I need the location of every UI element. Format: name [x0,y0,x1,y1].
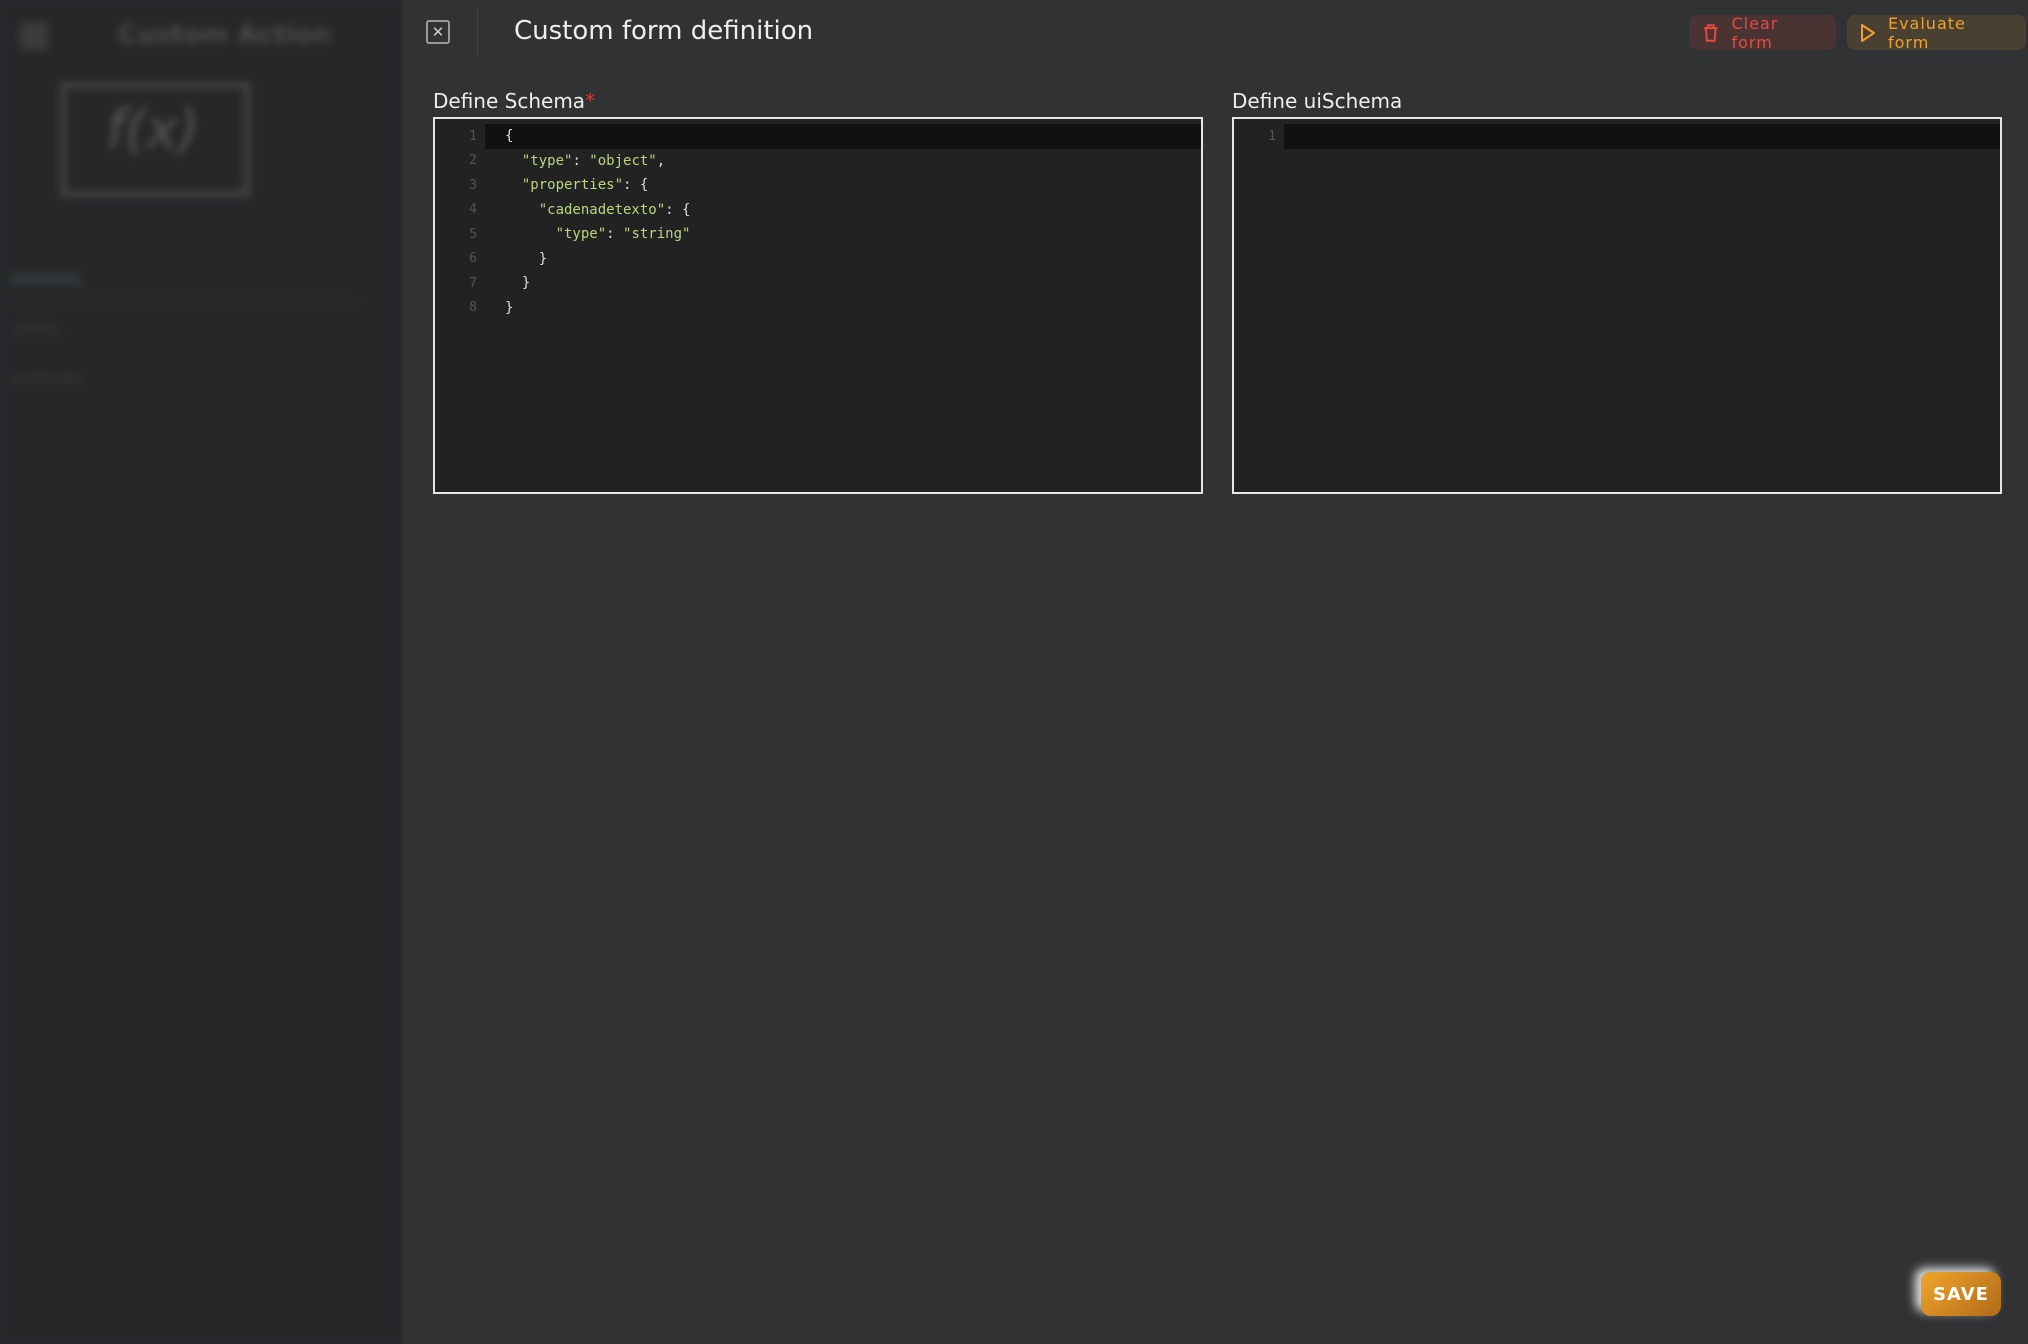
code-line: 1 [1234,124,2000,149]
bg-nav-users: USERS [10,322,62,338]
code-line: 7 } [435,271,1201,296]
code-text: } [505,299,514,316]
schema-label: Define Schema* [433,89,595,113]
line-number: 3 [469,177,477,193]
uischema-editor[interactable]: 1 [1232,117,2002,494]
code-line: 2 "type": "object", [435,149,1201,174]
evaluate-form-button[interactable]: Evaluate form [1847,13,2026,52]
schema-editor[interactable]: 1{2 "type": "object", 3 "properties": {4 … [433,117,1203,494]
line-number: 7 [469,275,477,291]
line-number: 1 [469,128,477,144]
bg-nav-general: GENERAL [10,272,83,288]
line-number: 4 [469,202,477,218]
line-number: 1 [1268,128,1276,144]
code-line: 4 "cadenadetexto": { [435,198,1201,223]
code-line: 8} [435,296,1201,321]
uischema-label: Define uiSchema [1232,89,1403,113]
page-title: Custom form definition [514,16,814,46]
code-text: "cadenadetexto": { [538,201,691,218]
code-text: } [538,250,548,267]
header-divider [477,7,478,57]
evaluate-form-label: Evaluate form [1887,13,1966,52]
line-number: 8 [469,300,477,316]
divider [0,300,360,302]
background-title: Custom Action [118,20,331,50]
custom-form-panel: ✕ Custom form definition Clear form Eval… [403,0,2028,1344]
schema-label-text: Define Schema [433,89,586,113]
code-line: 5 "type": "string" [435,222,1201,247]
line-number: 2 [469,153,477,169]
code-line: 1{ [435,124,1201,149]
code-text: "properties": { [521,177,649,193]
code-text: "type": "string" [555,226,691,242]
clear-form-button[interactable]: Clear form [1689,13,1836,52]
clear-form-label: Clear form [1731,13,1779,52]
code-text: "type": "object", [521,152,666,169]
close-icon[interactable]: ✕ [426,20,450,44]
function-illustration: f(x) [60,82,250,197]
bg-nav-support: SUPPORT [10,372,84,388]
code-text: } [521,275,531,291]
required-mark: * [585,89,596,113]
line-number: 5 [469,226,477,242]
line-number: 6 [469,251,477,267]
menu-icon [20,22,48,50]
code-line: 3 "properties": { [435,173,1201,198]
blurred-background-page: Custom Action f(x) GENERAL USERS SUPPORT [0,0,403,1344]
code-line: 6 } [435,247,1201,272]
trash-icon [1703,23,1718,42]
save-button[interactable]: SAVE [1921,1272,2001,1316]
play-icon [1860,23,1875,42]
code-text [1284,124,2000,149]
code-text: { [485,124,1201,149]
